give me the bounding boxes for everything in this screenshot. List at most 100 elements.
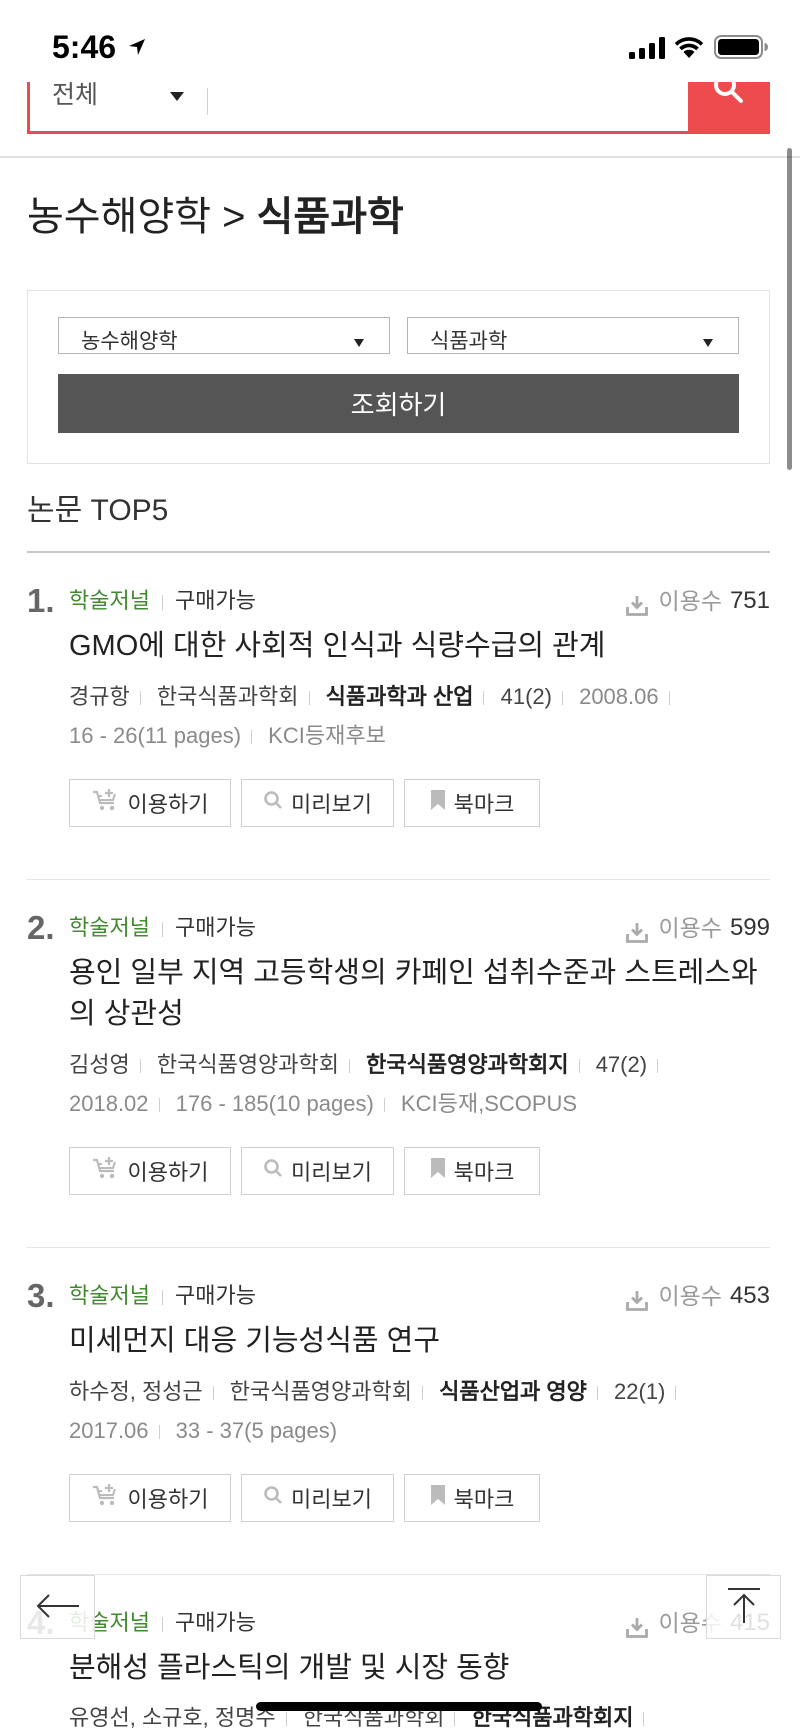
scroll-top-button[interactable] (706, 1575, 781, 1639)
usage-value: 751 (729, 587, 770, 614)
paper-issue: 22(1) (614, 1379, 686, 1404)
arrow-up-to-top-icon (725, 1587, 763, 1628)
paper-authors: 경규항 (69, 684, 151, 709)
preview-label: 미리보기 (291, 1487, 372, 1512)
paper-issue: 47(2) (596, 1052, 668, 1077)
location-arrow-icon (128, 38, 146, 56)
paper-title[interactable]: GMO에 대한 사회적 인식과 식량수급의 관계 (27, 626, 770, 667)
cart-plus-icon (92, 788, 120, 818)
cellular-signal-icon (629, 37, 665, 59)
paper-actions: 이용하기 미리보기 북마크 (27, 1147, 770, 1195)
bookmark-icon (430, 1157, 446, 1185)
paper-type-badge: 학술저널 (69, 910, 175, 946)
back-button[interactable] (20, 1575, 95, 1639)
paper-rank: 1. (27, 582, 55, 619)
paper-meta: 경규항 한국식품과학회 식품과학과 산업 41(2) 2008.06 16 - … (27, 677, 770, 755)
paper-title[interactable]: 용인 일부 지역 고등학생의 카페인 섭취수준과 스트레스와의 상관성 (27, 953, 770, 1035)
paper-indexing: KCI등재,SCOPUS (400, 1091, 578, 1116)
arrow-left-icon (35, 1592, 81, 1623)
paper-pages: 16 - 26(11 pages) (69, 723, 262, 748)
paper-pages: 33 - 37(5 pages) (175, 1418, 338, 1443)
bookmark-label: 북마크 (453, 1160, 515, 1185)
paper-availability: 구매가능 (174, 1283, 256, 1308)
query-submit-button[interactable]: 조회하기 (58, 374, 739, 433)
bookmark-button[interactable]: 북마크 (404, 1147, 540, 1195)
paper-item: 3. 학술저널 구매가능 이용수 453 미세먼지 대응 기능성식품 연구 하수정, 정성근… (27, 1248, 770, 1575)
use-label: 이용하기 (127, 1487, 209, 1512)
status-time: 5:46 (52, 29, 117, 65)
paper-meta: 하수정, 정성근 한국식품영양과학회 식품산업과 영양 22(1) 2017.0… (27, 1372, 770, 1450)
paper-publisher: 한국식품영양과학회 (230, 1379, 433, 1404)
usage-label: 이용수 (658, 588, 722, 614)
use-label: 이용하기 (127, 792, 209, 817)
paper-item: 2. 학술저널 구매가능 이용수 599 용인 일부 지역 고등학생의 카페인 섭취수준과… (27, 880, 770, 1248)
preview-label: 미리보기 (291, 792, 372, 817)
preview-label: 미리보기 (291, 1160, 372, 1185)
download-icon (626, 1613, 649, 1638)
section-title: 논문 TOP5 (27, 494, 169, 527)
usage-value: 599 (729, 914, 770, 941)
usage-value: 453 (729, 1282, 770, 1309)
paper-authors: 김성영 (69, 1052, 151, 1077)
paper-authors: 하수정, 정성근 (69, 1379, 224, 1404)
use-button[interactable]: 이용하기 (69, 779, 231, 827)
caret-down-icon (703, 339, 713, 347)
download-icon (626, 591, 649, 616)
paper-indexing: KCI등재후보 (268, 723, 386, 748)
use-button[interactable]: 이용하기 (69, 1474, 231, 1522)
breadcrumb-separator: > (222, 195, 246, 239)
usage-label: 이용수 (658, 915, 722, 941)
paper-header: 학술저널 구매가능 이용수 599 (27, 910, 770, 946)
preview-button[interactable]: 미리보기 (241, 779, 394, 827)
use-label: 이용하기 (127, 1160, 209, 1185)
paper-journal[interactable]: 한국식품영양과학회지 (366, 1052, 589, 1077)
breadcrumb-current: 식품과학 (256, 195, 404, 239)
scrollbar[interactable] (787, 148, 792, 470)
bookmark-label: 북마크 (453, 1487, 515, 1512)
subcategory-select[interactable]: 식품과학 (407, 317, 739, 354)
paper-header: 학술저널 구매가능 이용수 751 (27, 583, 770, 619)
paper-title[interactable]: 미세먼지 대응 기능성식품 연구 (27, 1321, 770, 1362)
search-icon (263, 790, 283, 816)
paper-header: 학술저널구매가능이용수415 (27, 1605, 770, 1641)
paper-rank: 2. (27, 909, 55, 946)
paper-journal[interactable]: 식품과학과 산업 (326, 684, 495, 709)
paper-publisher: 한국식품과학회 (157, 684, 320, 709)
use-button[interactable]: 이용하기 (69, 1147, 231, 1195)
bookmark-button[interactable]: 북마크 (404, 779, 540, 827)
paper-rank: 3. (27, 1277, 55, 1314)
caret-down-icon (354, 339, 364, 347)
paper-actions: 이용하기 미리보기 북마크 (27, 779, 770, 827)
paper-list: 1. 학술저널 구매가능 이용수 751 GMO에 대한 사회적 인식과 식량수급의 관계… (27, 551, 770, 1731)
paper-meta: 김성영 한국식품영양과학회 한국식품영양과학회지 47(2) 2018.02 1… (27, 1045, 770, 1123)
usage-count: 이용수 453 (626, 1278, 770, 1314)
wifi-icon (673, 35, 705, 59)
paper-journal[interactable]: 식품산업과 영양 (439, 1379, 608, 1404)
subcategory-select-value: 식품과학 (430, 330, 508, 353)
paper-issue: 41(2) (501, 684, 573, 709)
cart-plus-icon (92, 1156, 120, 1186)
category-select[interactable]: 농수해양학 (58, 317, 390, 354)
search-icon (263, 1485, 283, 1511)
search-divider (207, 88, 208, 115)
download-icon (626, 918, 649, 943)
bookmark-label: 북마크 (453, 792, 515, 817)
paper-publisher: 한국식품영양과학회 (157, 1052, 360, 1077)
paper-header: 학술저널 구매가능 이용수 453 (27, 1278, 770, 1314)
bookmark-icon (430, 789, 446, 817)
paper-actions: 이용하기 미리보기 북마크 (27, 1474, 770, 1522)
preview-button[interactable]: 미리보기 (241, 1474, 394, 1522)
breadcrumb-parent[interactable]: 농수해양학 (27, 195, 211, 239)
search-icon (263, 1158, 283, 1184)
paper-date: 2017.06 (69, 1418, 170, 1443)
preview-button[interactable]: 미리보기 (241, 1147, 394, 1195)
paper-type-badge: 학술저널 (69, 583, 175, 619)
paper-pages: 176 - 185(10 pages) (176, 1091, 395, 1116)
paper-title[interactable]: 분해성 플라스틱의 개발 및 시장 동향 (27, 1648, 770, 1689)
paper-availability: 구매가능 (174, 1610, 256, 1635)
category-select-value: 농수해양학 (81, 330, 178, 353)
bookmark-button[interactable]: 북마크 (404, 1474, 540, 1522)
usage-count: 이용수 751 (626, 583, 770, 619)
paper-item: 1. 학술저널 구매가능 이용수 751 GMO에 대한 사회적 인식과 식량수급의 관계… (27, 553, 770, 880)
paper-availability: 구매가능 (174, 588, 256, 613)
